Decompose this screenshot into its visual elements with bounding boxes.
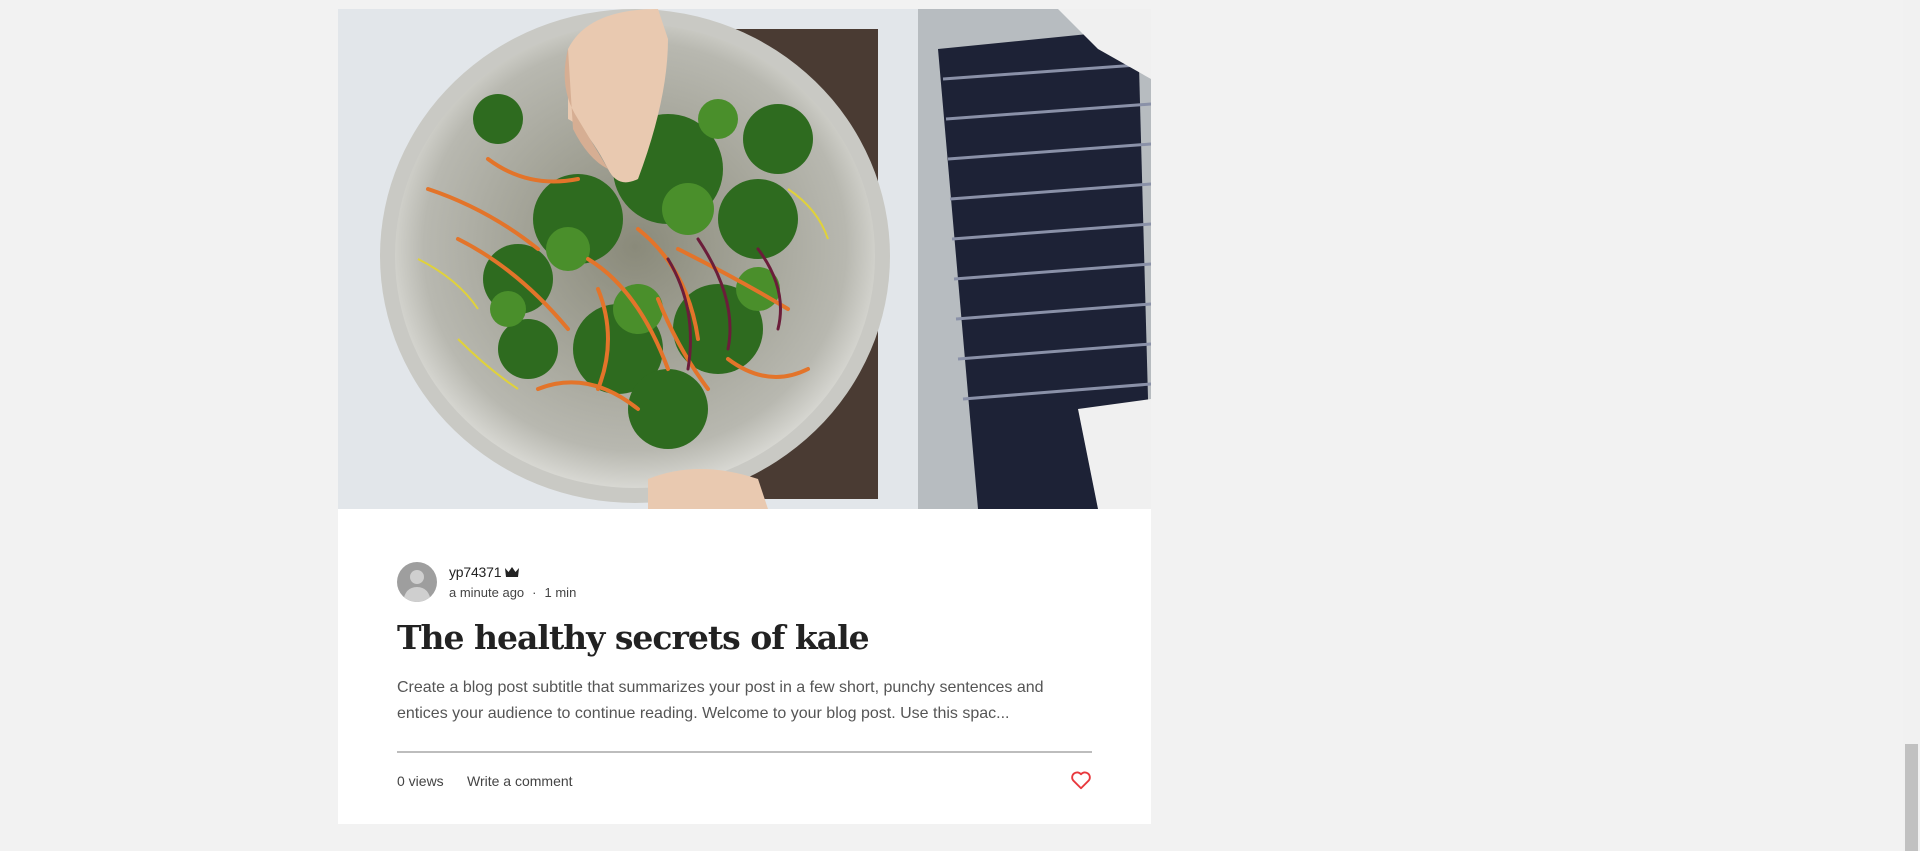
author-avatar[interactable] [397,562,437,602]
meta-separator: · [532,585,537,600]
author-name[interactable]: yp74371 [449,564,502,580]
heart-icon [1071,771,1091,790]
like-button[interactable] [1070,769,1092,791]
post-cover-image[interactable] [338,9,1151,509]
user-silhouette-icon [403,570,431,602]
post-meta: a minute ago · 1 min [449,585,576,600]
post-excerpt[interactable]: Create a blog post subtitle that summari… [397,675,1092,727]
view-count: 0 views [397,773,444,789]
post-footer: 0 views Write a comment [397,771,1092,813]
post-content: yp74371 a minute ago · 1 min The healthy s… [397,562,1092,813]
post-title[interactable]: The healthy secrets of kale [397,616,1092,660]
read-time: 1 min [544,585,577,600]
write-comment-link[interactable]: Write a comment [467,773,573,789]
crown-icon [505,567,520,577]
scrollbar-thumb[interactable] [1905,744,1918,851]
salad-bowl-photo [338,9,1151,509]
author-info: yp74371 a minute ago · 1 min [397,562,1092,604]
page-scrollbar[interactable] [1903,0,1920,851]
publish-time: a minute ago [449,585,525,600]
divider [397,751,1092,753]
author-name-row[interactable]: yp74371 [449,564,520,580]
blog-post-card[interactable]: yp74371 a minute ago · 1 min The healthy s… [338,9,1151,824]
